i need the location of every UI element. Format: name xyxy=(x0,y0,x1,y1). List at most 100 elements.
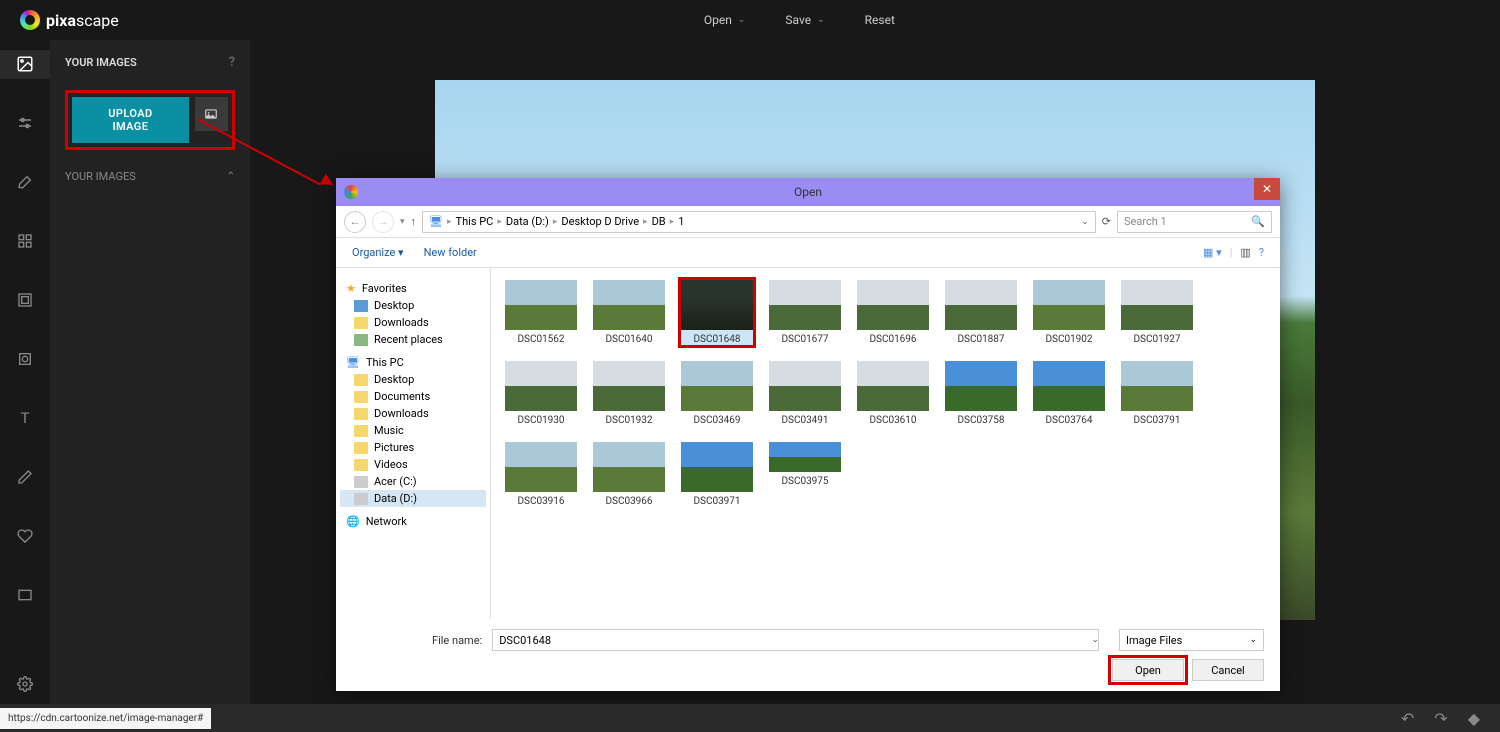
thumbnail[interactable]: DSC03758 xyxy=(943,359,1019,428)
forward-button[interactable]: → xyxy=(372,211,394,233)
upload-highlight: UPLOAD IMAGE xyxy=(65,90,235,150)
filename-dropdown-icon[interactable]: ⌄ xyxy=(1091,635,1099,645)
thumbnail-label: DSC01562 xyxy=(517,334,564,345)
tool-frame[interactable] xyxy=(0,286,50,315)
thumbnail-label: DSC03975 xyxy=(781,476,828,487)
thumbnail-label: DSC03469 xyxy=(693,415,740,426)
tree-network[interactable]: 🌐Network xyxy=(340,513,486,530)
view-mode-button[interactable]: ▦ ▾ xyxy=(1203,246,1222,259)
tool-favorite[interactable] xyxy=(0,521,50,550)
tree-this-pc[interactable]: 🖥This PC xyxy=(340,354,486,371)
thumbnail-image xyxy=(1121,280,1193,330)
tree-favorites[interactable]: ★Favorites xyxy=(340,280,486,297)
logo[interactable]: pixascape xyxy=(20,10,119,30)
thumbnail[interactable]: DSC01696 xyxy=(855,278,931,347)
tool-settings[interactable] xyxy=(0,669,50,698)
undo-button[interactable]: ↶ xyxy=(1401,709,1414,728)
redo-button[interactable]: ↷ xyxy=(1434,709,1447,728)
upload-image-button[interactable]: UPLOAD IMAGE xyxy=(72,97,189,143)
tree-item[interactable]: Documents xyxy=(340,388,486,405)
thumbnail[interactable]: DSC03491 xyxy=(767,359,843,428)
thumbnail-image xyxy=(857,361,929,411)
tree-item[interactable]: Pictures xyxy=(340,439,486,456)
dialog-titlebar[interactable]: Open ✕ xyxy=(336,178,1280,206)
reset-button[interactable]: Reset xyxy=(865,13,895,27)
tree-item[interactable]: Videos xyxy=(340,456,486,473)
new-folder-button[interactable]: New folder xyxy=(424,246,477,259)
tree-item[interactable]: Downloads xyxy=(340,405,486,422)
tool-adjust[interactable] xyxy=(0,109,50,138)
tree-item[interactable]: Desktop xyxy=(340,371,486,388)
thumbnail[interactable]: DSC03971 xyxy=(679,440,755,509)
thumbnail-image xyxy=(769,280,841,330)
save-menu[interactable]: Save ⌄ xyxy=(785,13,824,27)
thumbnail[interactable]: DSC01640 xyxy=(591,278,667,347)
tool-mask[interactable] xyxy=(0,345,50,374)
chevron-down-icon: ⌄ xyxy=(817,15,825,25)
file-open-dialog: Open ✕ ← → ▾ ↑ 🖥 ▸ This PC ▸ Data (D:) ▸… xyxy=(336,178,1280,691)
tree-item[interactable]: Desktop xyxy=(340,297,486,314)
thumbnail[interactable]: DSC03966 xyxy=(591,440,667,509)
thumbnail-selected[interactable]: DSC01648 xyxy=(679,278,755,347)
tool-images[interactable] xyxy=(0,50,50,79)
thumbnail[interactable]: DSC01930 xyxy=(503,359,579,428)
breadcrumb[interactable]: 🖥 ▸ This PC ▸ Data (D:) ▸ Desktop D Driv… xyxy=(422,211,1096,233)
tree-item[interactable]: Acer (C:) xyxy=(340,473,486,490)
thumbnail-image xyxy=(769,442,841,472)
organize-menu[interactable]: Organize ▾ xyxy=(352,246,404,259)
cancel-button[interactable]: Cancel xyxy=(1192,659,1264,681)
thumbnail-label: DSC01930 xyxy=(517,415,564,426)
recent-dropdown-icon[interactable]: ▾ xyxy=(400,217,405,227)
filetype-select[interactable]: Image Files ⌄ xyxy=(1119,629,1264,651)
breadcrumb-dropdown-icon[interactable]: ⌄ xyxy=(1081,217,1089,227)
thumbnail[interactable]: DSC03764 xyxy=(1031,359,1107,428)
dialog-title: Open xyxy=(794,185,822,199)
help-button[interactable]: ? xyxy=(1259,246,1264,259)
thumbnail-image xyxy=(593,280,665,330)
panel-title: YOUR IMAGES xyxy=(65,56,137,69)
preview-pane-button[interactable]: ▥ xyxy=(1240,246,1250,259)
tool-grid[interactable] xyxy=(0,227,50,256)
tool-draw[interactable] xyxy=(0,462,50,491)
tool-effects[interactable] xyxy=(0,168,50,197)
status-bar: https://cdn.cartoonize.net/image-manager… xyxy=(0,704,1500,732)
thumbnail[interactable]: DSC03610 xyxy=(855,359,931,428)
search-input[interactable]: Search 1 🔍 xyxy=(1117,211,1272,233)
tree-item-selected[interactable]: Data (D:) xyxy=(340,490,486,507)
up-button[interactable]: ↑ xyxy=(411,215,417,228)
thumbnail[interactable]: DSC03469 xyxy=(679,359,755,428)
thumbnail[interactable]: DSC01932 xyxy=(591,359,667,428)
filename-label: File name: xyxy=(432,634,482,647)
thumbnail-image xyxy=(1033,280,1105,330)
tool-fullscreen[interactable] xyxy=(0,580,50,609)
tool-text[interactable]: T xyxy=(0,403,50,432)
thumbnail-label: DSC03610 xyxy=(869,415,916,426)
tool-rail: T xyxy=(0,40,50,732)
back-button[interactable]: ← xyxy=(344,211,366,233)
thumbnail-label: DSC01932 xyxy=(605,415,652,426)
thumbnail[interactable]: DSC01887 xyxy=(943,278,1019,347)
thumbnail-label: DSC03916 xyxy=(517,496,564,507)
tree-item[interactable]: Music xyxy=(340,422,486,439)
tree-item[interactable]: Downloads xyxy=(340,314,486,331)
your-images-section[interactable]: YOUR IMAGES ⌃ xyxy=(65,170,235,183)
help-icon[interactable]: ? xyxy=(229,55,235,70)
open-button[interactable]: Open xyxy=(1112,659,1184,681)
open-menu[interactable]: Open ⌄ xyxy=(704,13,746,27)
thumbnail[interactable]: DSC03916 xyxy=(503,440,579,509)
thumbnail[interactable]: DSC01927 xyxy=(1119,278,1195,347)
pc-icon: 🖥 xyxy=(429,215,443,228)
thumbnail-label: DSC01677 xyxy=(781,334,828,345)
tree-item[interactable]: Recent places xyxy=(340,331,486,348)
thumbnail[interactable]: DSC01562 xyxy=(503,278,579,347)
layers-button[interactable]: ◆ xyxy=(1468,709,1480,728)
thumbnail[interactable]: DSC01677 xyxy=(767,278,843,347)
thumbnail[interactable]: DSC03975 xyxy=(767,440,843,509)
thumbnail-label: DSC01902 xyxy=(1045,334,1092,345)
filename-input[interactable] xyxy=(492,629,1099,651)
thumbnail[interactable]: DSC01902 xyxy=(1031,278,1107,347)
refresh-button[interactable]: ⟳ xyxy=(1102,215,1111,228)
thumbnail-image xyxy=(593,442,665,492)
thumbnail[interactable]: DSC03791 xyxy=(1119,359,1195,428)
close-button[interactable]: ✕ xyxy=(1254,178,1280,200)
